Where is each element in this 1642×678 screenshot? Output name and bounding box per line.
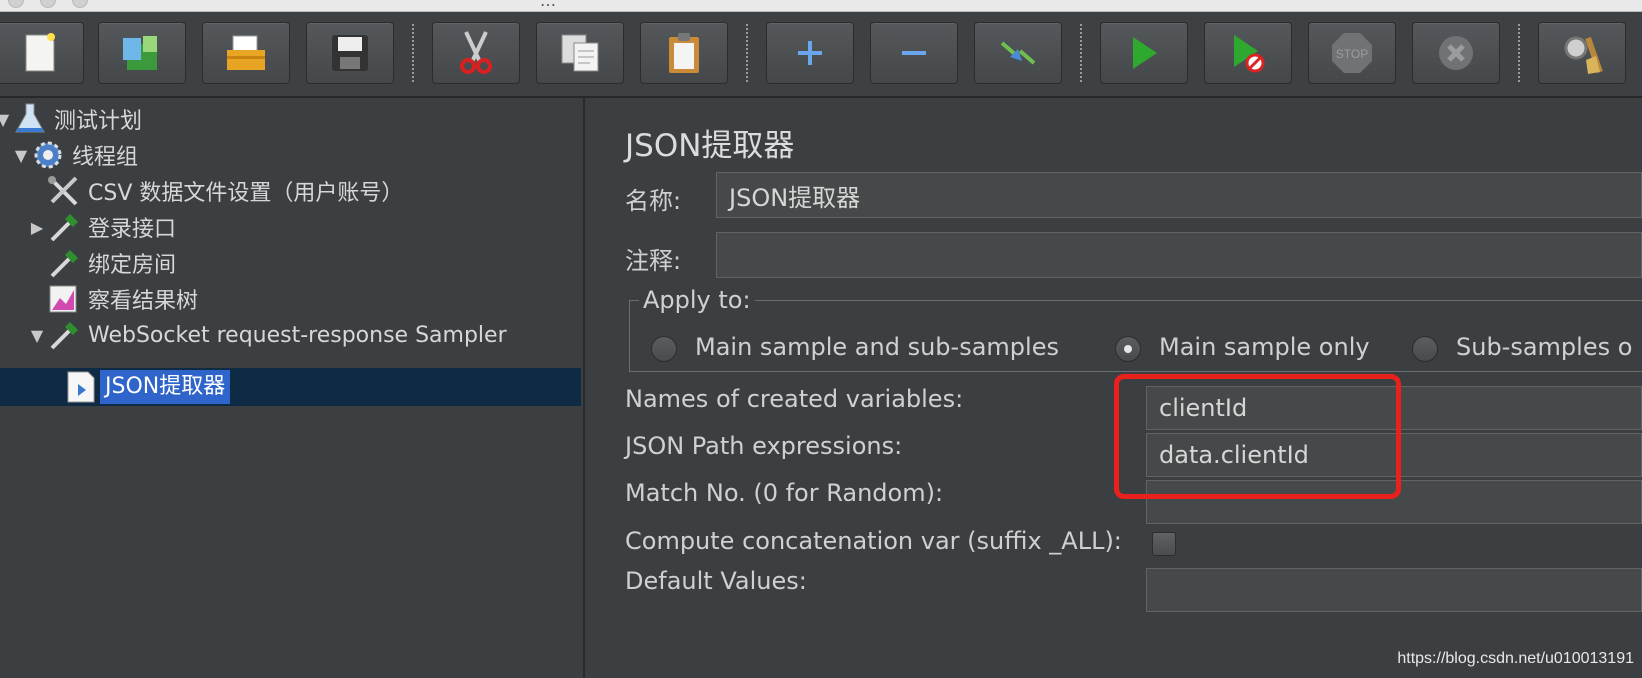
expand-arrow-icon[interactable]: ▼ (28, 326, 46, 345)
tree-item-label: 测试计划 (54, 109, 143, 134)
save-icon (332, 35, 368, 71)
save-button[interactable] (306, 22, 394, 84)
stop-button[interactable]: STOP (1308, 22, 1396, 84)
expand-icon (798, 41, 822, 65)
apply-to-legend: Apply to: (639, 286, 755, 314)
tree-item-websocket-sampler[interactable]: ▼ WebSocket request-response Sampler (28, 318, 507, 352)
zoom-window-icon[interactable] (72, 0, 88, 8)
tree-item-bind-room[interactable]: 绑定房间 (46, 246, 176, 280)
radio-main-and-sub-samples[interactable] (651, 336, 677, 362)
pipette-icon (46, 210, 82, 244)
expand-arrow-icon[interactable]: ▶ (28, 218, 46, 237)
radio-main-sample-only[interactable] (1115, 336, 1141, 362)
match-no-label: Match No. (0 for Random): (625, 479, 944, 507)
open-button[interactable] (202, 22, 290, 84)
toolbar-separator (746, 24, 748, 82)
new-button[interactable] (0, 22, 84, 84)
expand-arrow-icon[interactable]: ▼ (12, 146, 30, 165)
stop-icon: STOP (1332, 33, 1372, 73)
shutdown-button[interactable] (1412, 22, 1500, 84)
start-icon (1133, 37, 1157, 69)
tools-icon (46, 174, 82, 208)
toolbar: STOP (0, 12, 1642, 98)
start-button[interactable] (1100, 22, 1188, 84)
tree-item-login-api[interactable]: ▶ 登录接口 (28, 210, 176, 244)
start-no-pauses-button[interactable] (1204, 22, 1292, 84)
tree-item-label: 绑定房间 (88, 253, 177, 278)
svg-text:STOP: STOP (1336, 47, 1368, 61)
test-plan-tree: ▼ 测试计划 ▼ 线程组 CSV 数据文件设置（用户账号） ▶ 登录接口 绑定房… (0, 98, 585, 678)
radio-label-sub-samples: Sub-samples o (1456, 333, 1633, 361)
radio-label-main-only: Main sample only (1159, 333, 1370, 361)
red-highlight-box (1114, 374, 1401, 499)
clear-button[interactable] (1538, 22, 1626, 84)
tree-item-label: 线程组 (72, 145, 139, 170)
expand-arrow-icon[interactable]: ▼ (0, 110, 12, 129)
new-icon (25, 33, 55, 72)
clear-icon (1564, 36, 1603, 74)
document-icon (64, 370, 100, 404)
tree-item-label: WebSocket request-response Sampler (88, 322, 507, 348)
default-values-label: Default Values: (625, 567, 807, 595)
minimize-window-icon[interactable] (40, 0, 56, 8)
templates-icon (123, 36, 157, 70)
json-path-label: JSON Path expressions: (625, 432, 903, 460)
pipette-icon (46, 318, 82, 352)
radio-sub-samples-only[interactable] (1412, 336, 1438, 362)
tree-item-thread-group[interactable]: ▼ 线程组 (12, 138, 138, 172)
toolbar-separator (412, 24, 414, 82)
expand-all-button[interactable] (766, 22, 854, 84)
window-title-bar: … (0, 0, 1642, 12)
gear-icon (30, 138, 66, 172)
name-field[interactable]: JSON提取器 (716, 172, 1642, 218)
collapse-all-button[interactable] (870, 22, 958, 84)
toolbar-separator (1080, 24, 1082, 82)
tree-item-csv-config[interactable]: CSV 数据文件设置（用户账号） (46, 174, 403, 208)
concat-label: Compute concatenation var (suffix _ALL): (625, 527, 1122, 555)
copy-icon (561, 34, 599, 72)
comment-label: 注释: (625, 247, 682, 275)
close-window-icon[interactable] (8, 0, 24, 8)
toggle-icon (1000, 41, 1036, 65)
tree-item-view-results-tree[interactable]: 察看结果树 (46, 282, 198, 316)
cut-button[interactable] (432, 22, 520, 84)
cut-icon (460, 31, 492, 74)
radio-label-main-and-sub: Main sample and sub-samples (695, 333, 1059, 361)
tree-item-label: CSV 数据文件设置（用户账号） (88, 181, 404, 206)
default-values-field[interactable] (1146, 568, 1642, 612)
panel-title: JSON提取器 (625, 128, 795, 164)
tree-item-label: 登录接口 (88, 217, 177, 242)
tree-item-label: JSON提取器 (100, 370, 231, 404)
start-no-pause-icon (1234, 35, 1265, 73)
paste-icon (669, 33, 699, 73)
collapse-icon (902, 51, 926, 55)
name-label: 名称: (625, 187, 682, 215)
variables-label: Names of created variables: (625, 385, 964, 413)
flask-icon (12, 102, 48, 136)
comment-field[interactable] (716, 232, 1642, 278)
shutdown-icon (1439, 36, 1473, 70)
templates-button[interactable] (98, 22, 186, 84)
window-title: … (540, 0, 557, 10)
watermark: https://blog.csdn.net/u010013191 (1397, 650, 1634, 667)
tree-item-json-extractor[interactable]: JSON提取器 (64, 370, 231, 404)
pipette-icon (46, 246, 82, 280)
toolbar-separator (1518, 24, 1520, 82)
tree-item-label: 察看结果树 (88, 289, 199, 314)
graph-icon (46, 282, 82, 316)
copy-button[interactable] (536, 22, 624, 84)
toggle-button[interactable] (974, 22, 1062, 84)
paste-button[interactable] (640, 22, 728, 84)
tree-item-test-plan[interactable]: ▼ 测试计划 (0, 102, 142, 136)
concat-checkbox[interactable] (1152, 532, 1176, 556)
open-icon (227, 35, 265, 70)
